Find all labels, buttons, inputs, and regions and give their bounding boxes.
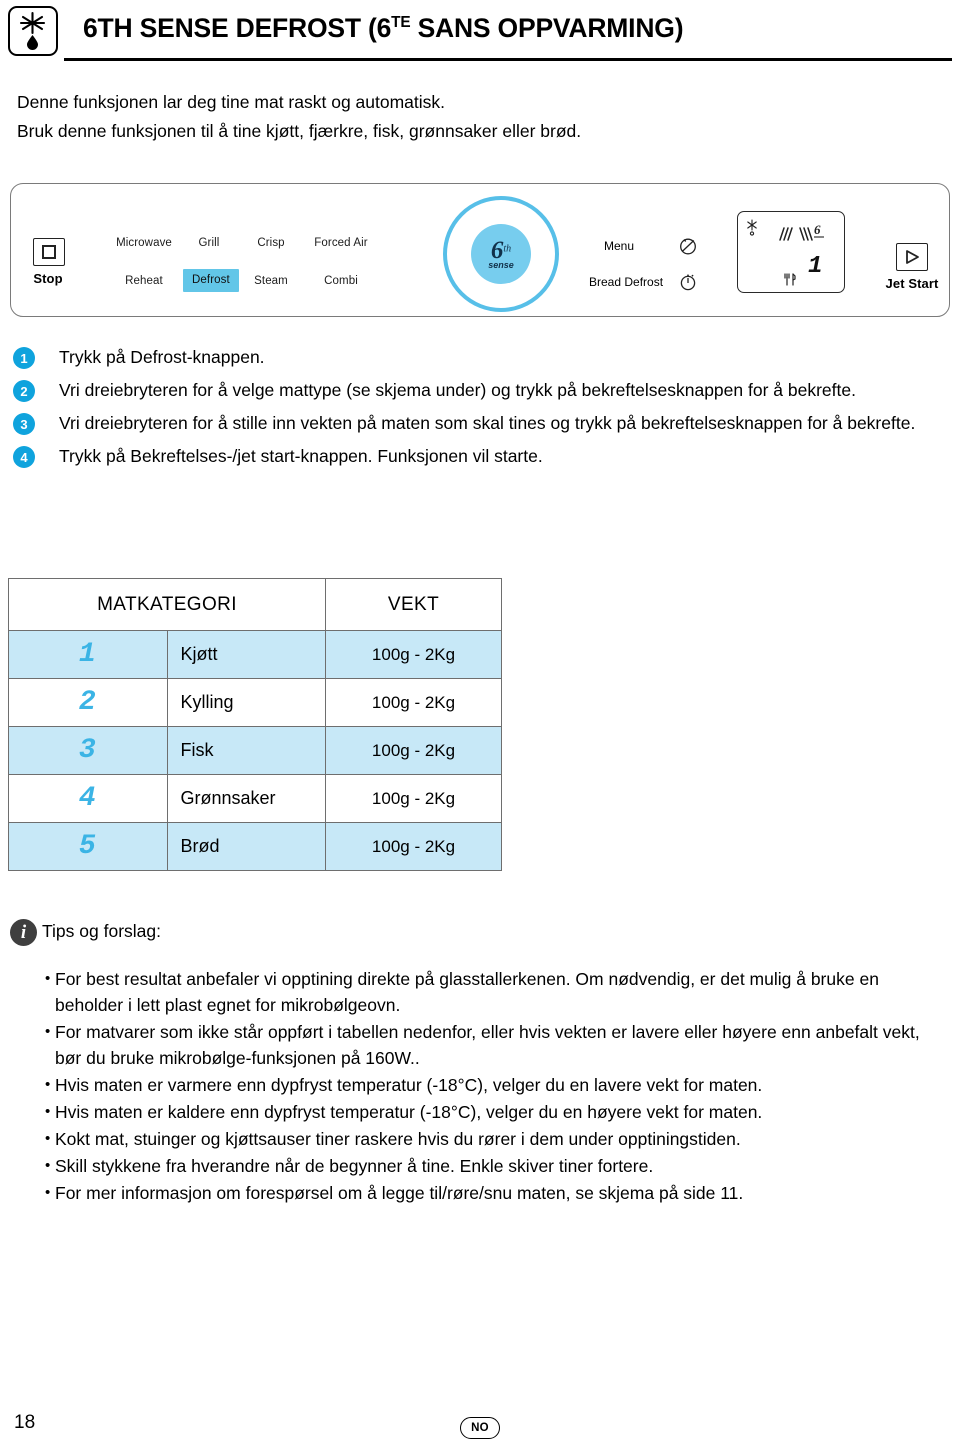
bread-defrost-button-label[interactable]: Bread Defrost [589,275,663,289]
tips-section: i Tips og forslag: • For best resultat an… [0,918,960,1207]
segment-digit: 1 [78,638,97,670]
bullet-marker: • [45,1103,51,1120]
step-text: Vri dreiebryteren for å velge mattype (s… [59,380,856,400]
jet-start-button-label: Jet Start [885,276,939,291]
table-row: 3 Fisk 100g - 2Kg [8,726,502,775]
category-name: Kylling [180,692,234,712]
weight-value: 100g - 2Kg [371,740,456,760]
category-name: Kjøtt [180,644,218,664]
table-header-matkategori: MATKATEGORI [8,578,326,631]
segment-digit: 4 [78,782,97,814]
mode-label-forced-air[interactable]: Forced Air [301,237,381,249]
step-number-badge: 4 [13,446,35,468]
step-item: 4 Trykk på Bekreftelses-/jet start-knapp… [0,444,960,476]
page-number: 18 [14,1412,36,1433]
table-row: 4 Grønnsaker 100g - 2Kg [8,774,502,823]
info-icon: i [10,919,37,946]
mode-label-steam[interactable]: Steam [243,275,299,287]
stop-button-label: Stop [33,271,63,286]
segment-digit: 5 [78,830,97,862]
stop-button[interactable] [33,238,65,266]
mode-label-grill[interactable]: Grill [180,237,238,249]
category-name: Brød [180,836,220,856]
tip-text: For mer informasjon om forespørsel om å … [55,1183,744,1203]
table-row: 2 Kylling 100g - 2Kg [8,678,502,727]
lcd-display: 6 1 [737,211,845,293]
weight-value: 100g - 2Kg [371,692,456,712]
page-title-main: 6TH SENSE DEFROST (6 [83,13,392,43]
list-item: • For matvarer som ikke står oppført i ta… [0,1019,960,1071]
mode-label-crisp[interactable]: Crisp [243,237,299,249]
page-title-tail: SANS OPPVARMING) [410,13,684,43]
list-item: • Skill stykkene fra hverandre når de beg… [0,1153,960,1179]
step-number-badge: 3 [13,413,35,435]
page-header: 6TH SENSE DEFROST (6TE SANS OPPVARMING) [0,0,960,70]
svg-text:1: 1 [808,253,822,280]
list-item: • For mer informasjon om forespørsel om å… [0,1180,960,1206]
step-item: 1 Trykk på Defrost-knappen. [0,345,960,377]
table-header-vekt: VEKT [325,578,502,631]
tip-text: Skill stykkene fra hverandre når de begy… [55,1156,654,1176]
instruction-steps: 1 Trykk på Defrost-knappen. 2 Vri dreieb… [0,345,960,477]
mode-label-microwave[interactable]: Microwave [108,237,180,249]
segment-digit: 3 [78,734,97,766]
tips-list: • For best resultat anbefaler vi opptinin… [0,966,960,1206]
stopwatch-icon [678,272,698,297]
step-number-badge: 2 [13,380,35,402]
bullet-marker: • [45,1023,51,1040]
stop-square-icon [42,245,56,259]
tip-text: For matvarer som ikke står oppført i tab… [55,1022,920,1068]
bullet-marker: • [45,1157,51,1174]
mode-label-defrost[interactable]: Defrost [183,269,239,292]
snowflake-drop-icon [8,6,58,56]
dial-sense-label: sense [488,260,514,270]
food-category-table: MATKATEGORI VEKT 1 Kjøtt 100g - 2Kg 2 Ky… [8,578,502,871]
bullet-marker: • [45,1184,51,1201]
table-row: 1 Kjøtt 100g - 2Kg [8,630,502,679]
tip-text: Kokt mat, stuinger og kjøttsauser tiner … [55,1129,741,1149]
category-name: Grønnsaker [180,788,276,808]
svg-text:6: 6 [814,222,821,237]
sixth-sense-dial[interactable]: 6th sense [443,196,559,312]
bullet-marker: • [45,1076,51,1093]
weight-value: 100g - 2Kg [371,788,456,808]
tips-header: i Tips og forslag: [0,918,960,956]
step-item: 3 Vri dreiebryteren for å stille inn vek… [0,411,960,443]
crossed-circle-icon [678,236,698,261]
list-item: • Hvis maten er kaldere enn dypfryst temp… [0,1099,960,1125]
intro-line-2: Bruk denne funksjonen til å tine kjøtt, … [17,121,582,141]
weight-value: 100g - 2Kg [371,644,456,664]
page-title-superscript: TE [391,14,411,32]
weight-value: 100g - 2Kg [371,836,456,856]
header-divider [64,58,952,61]
step-text: Trykk på Defrost-knappen. [59,347,265,367]
list-item: • Hvis maten er varmere enn dypfryst temp… [0,1072,960,1098]
dial-inner-disc: 6th sense [471,224,531,284]
play-triangle-icon [906,250,919,264]
tip-text: For best resultat anbefaler vi opptining… [55,969,879,1015]
list-item: • Kokt mat, stuinger og kjøttsauser tiner… [0,1126,960,1152]
language-badge: NO [460,1417,500,1439]
step-text: Trykk på Bekreftelses-/jet start-knappen… [59,446,543,466]
table-row: 5 Brød 100g - 2Kg [8,822,502,871]
tips-title: Tips og forslag: [42,921,161,941]
tip-text: Hvis maten er varmere enn dypfryst tempe… [55,1075,763,1095]
page-title: 6TH SENSE DEFROST (6TE SANS OPPVARMING) [83,13,684,43]
mode-label-combi[interactable]: Combi [301,275,381,287]
category-name: Fisk [180,740,214,760]
step-number-badge: 1 [13,347,35,369]
mode-label-reheat[interactable]: Reheat [108,275,180,287]
segment-digit: 2 [78,686,97,718]
table-header-row: MATKATEGORI VEKT [8,578,502,631]
bullet-marker: • [45,1130,51,1147]
intro-line-1: Denne funksjonen lar deg tine mat raskt … [17,92,446,112]
step-item: 2 Vri dreiebryteren for å velge mattype … [0,378,960,410]
intro-paragraph: Denne funksjonen lar deg tine mat raskt … [17,88,917,146]
tip-text: Hvis maten er kaldere enn dypfryst tempe… [55,1102,763,1122]
bullet-marker: • [45,970,51,987]
menu-button-label[interactable]: Menu [604,239,634,253]
jet-start-button[interactable] [896,243,928,271]
list-item: • For best resultat anbefaler vi opptinin… [0,966,960,1018]
step-text: Vri dreiebryteren for å stille inn vekte… [59,413,916,433]
